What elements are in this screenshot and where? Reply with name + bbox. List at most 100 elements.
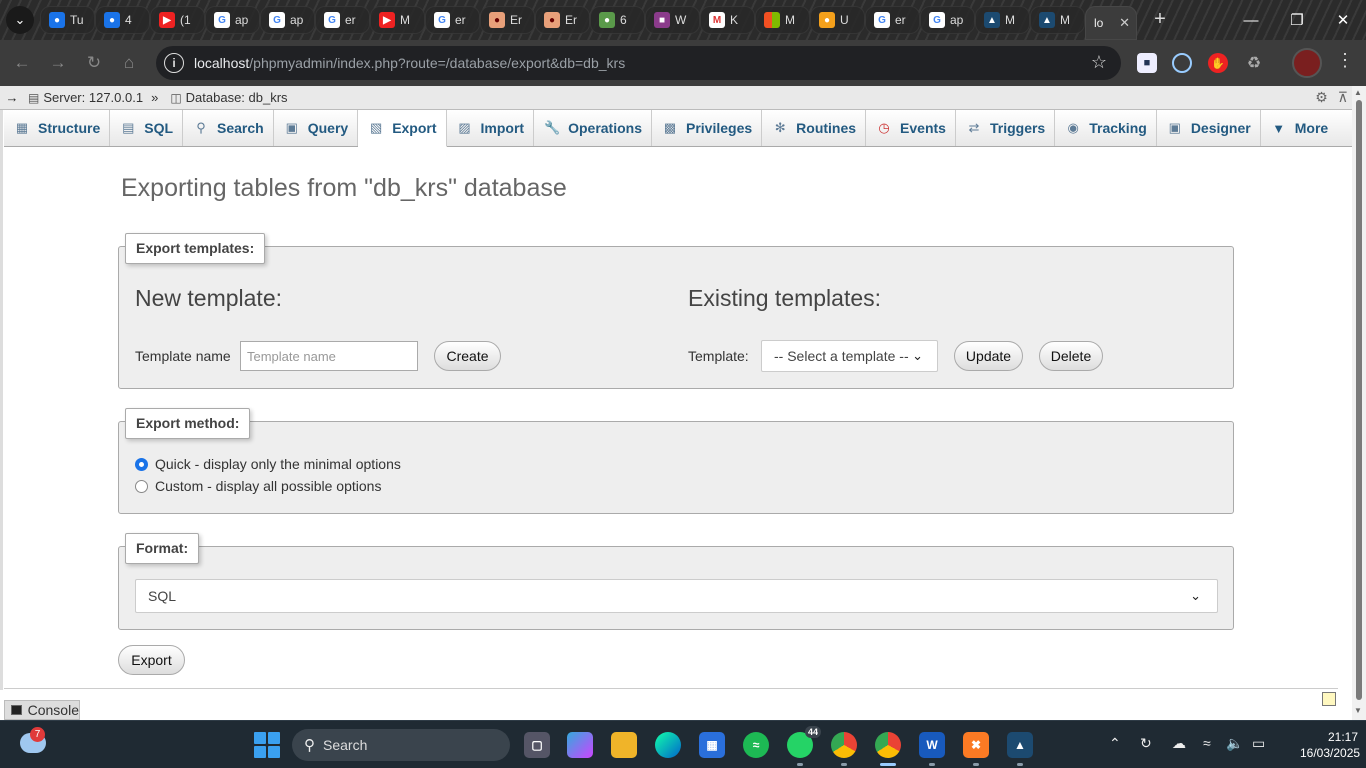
breadcrumb-database[interactable]: Database: db_krs [186, 90, 288, 105]
browser-tab[interactable]: ● Er [535, 6, 590, 34]
browser-tab[interactable]: Gap [205, 6, 260, 34]
mysql-workbench-icon[interactable]: ▲ [1007, 732, 1033, 758]
restore-button[interactable]: ❐ [1274, 0, 1320, 40]
edge-icon[interactable] [655, 732, 681, 758]
volume-icon[interactable]: 🔈 [1226, 735, 1243, 752]
tab-events[interactable]: ◷ Events [866, 110, 956, 146]
chrome-profile-icon[interactable] [875, 732, 901, 758]
minimize-button[interactable]: — [1228, 0, 1274, 40]
spotify-icon[interactable]: ≈ [743, 732, 769, 758]
cloud-icon[interactable]: ☁ [1172, 735, 1186, 752]
browser-tab[interactable]: M [755, 6, 810, 34]
format-select[interactable]: SQL ⌄ [135, 579, 1218, 613]
collapse-nav-icon[interactable]: → [0, 90, 24, 105]
collapse-icon[interactable]: ⊼ [1338, 89, 1348, 106]
battery-icon[interactable]: ▭ [1252, 735, 1265, 752]
custom-radio[interactable] [135, 479, 148, 493]
browser-tab[interactable]: ● 6 [590, 6, 645, 34]
tab-search[interactable]: ⚲ Search [183, 110, 274, 146]
breadcrumb-actions: ⚙ ⊼ [1315, 89, 1348, 106]
browser-tab-active[interactable]: lo ✕ [1085, 6, 1137, 40]
custom-export-option[interactable]: Custom - display all possible options [135, 478, 381, 494]
file-explorer-icon[interactable] [611, 732, 637, 758]
browser-tab[interactable]: ● Er [480, 6, 535, 34]
close-icon[interactable]: ✕ [1119, 15, 1130, 31]
copilot-icon[interactable] [567, 732, 593, 758]
browser-tab[interactable]: Gap [260, 6, 315, 34]
scroll-down-icon[interactable]: ▼ [1354, 706, 1362, 715]
extension-icon[interactable]: ■ [1137, 53, 1157, 73]
scrollbar-thumb[interactable] [1356, 100, 1362, 700]
taskbar: 7 ⚲ Search ▢ ▦ ≈ 44 W ✖ ▲ ⌃ ↻ ☁ ≈ 🔈 ▭ 21:… [0, 720, 1366, 768]
tab-triggers[interactable]: ⇄ Triggers [956, 110, 1056, 146]
scroll-up-icon[interactable]: ▲ [1354, 88, 1362, 97]
tab-operations[interactable]: 🔧 Operations [534, 110, 652, 146]
tab-privileges[interactable]: ▩ Privileges [652, 110, 763, 146]
tab-export[interactable]: ▧ Export [358, 110, 447, 147]
word-icon[interactable]: W [919, 732, 945, 758]
browser-tab[interactable]: ▶ M [370, 6, 425, 34]
quick-export-option[interactable]: Quick - display only the minimal options [135, 456, 401, 472]
browser-tab[interactable]: Gap [920, 6, 975, 34]
browser-tab[interactable]: ▶ (1 [150, 6, 205, 34]
sync-icon[interactable]: ↻ [1140, 735, 1152, 752]
browser-tab[interactable]: ■ W [645, 6, 700, 34]
export-button[interactable]: Export [118, 645, 185, 675]
page-scrollbar[interactable]: ▲ ▼ [1352, 86, 1366, 720]
system-clock[interactable]: 21:17 16/03/2025 [1300, 729, 1360, 761]
menu-icon[interactable]: ⋮ [1336, 50, 1354, 71]
tab-import[interactable]: ▨ Import [447, 110, 535, 146]
xampp-icon[interactable]: ✖ [963, 732, 989, 758]
browser-tab[interactable]: Ger [315, 6, 370, 34]
reload-icon[interactable]: ↻ [81, 50, 107, 76]
template-name-input[interactable]: Template name [240, 341, 418, 371]
tab-more[interactable]: ▼ More [1261, 110, 1337, 146]
quick-radio[interactable] [135, 457, 148, 471]
note-icon[interactable] [1322, 692, 1336, 706]
breadcrumb-server[interactable]: Server: 127.0.0.1 [43, 90, 143, 105]
extension-icon[interactable]: ✋ [1208, 53, 1228, 73]
forward-icon[interactable]: → [45, 50, 71, 76]
back-icon[interactable]: ← [9, 50, 35, 76]
site-info-icon[interactable]: i [164, 53, 184, 73]
browser-tab[interactable]: MK [700, 6, 755, 34]
template-select[interactable]: -- Select a template -- ⌄ [761, 340, 938, 372]
browser-tab[interactable]: ● U [810, 6, 865, 34]
weather-widget[interactable]: 7 [20, 727, 46, 753]
create-template-button[interactable]: Create [434, 341, 501, 371]
whatsapp-icon[interactable]: 44 [787, 726, 821, 758]
avatar[interactable] [1292, 48, 1322, 78]
wifi-icon[interactable]: ≈ [1203, 735, 1211, 751]
home-icon[interactable]: ⌂ [116, 50, 142, 76]
extension-icon[interactable] [1172, 53, 1192, 73]
tab-routines[interactable]: ✻ Routines [762, 110, 867, 146]
tab-sql[interactable]: ▤ SQL [110, 110, 184, 146]
tab-search-button[interactable]: ⌄ [6, 6, 34, 34]
address-bar[interactable]: i localhost/phpmyadmin/index.php?route=/… [156, 46, 1121, 80]
new-tab-button[interactable]: + [1148, 8, 1172, 32]
tab-tracking[interactable]: ◉ Tracking [1055, 110, 1157, 146]
tray-chevron-up-icon[interactable]: ⌃ [1109, 735, 1121, 752]
chrome-icon[interactable] [831, 732, 857, 758]
update-template-button[interactable]: Update [954, 341, 1023, 371]
browser-tab[interactable]: ● 4 [95, 6, 150, 34]
browser-tab[interactable]: ▲ M [1030, 6, 1085, 34]
browser-tab[interactable]: Ger [865, 6, 920, 34]
puzzle-icon[interactable]: ♻ [1244, 53, 1264, 73]
youtube-icon: ▶ [379, 12, 395, 28]
settings-gear-icon[interactable]: ⚙ [1315, 89, 1328, 106]
browser-tab[interactable]: Ger [425, 6, 480, 34]
taskbar-search[interactable]: ⚲ Search [292, 729, 510, 761]
task-view-icon[interactable]: ▢ [524, 732, 550, 758]
delete-template-button[interactable]: Delete [1039, 341, 1103, 371]
browser-tab[interactable]: ● Tu [40, 6, 95, 34]
browser-tab[interactable]: ▲ M [975, 6, 1030, 34]
console-toggle[interactable]: Console [4, 700, 80, 720]
tab-query[interactable]: ▣ Query [274, 110, 359, 146]
store-icon[interactable]: ▦ [699, 732, 725, 758]
tab-structure[interactable]: ▦ Structure [4, 110, 111, 146]
bookmark-star-icon[interactable]: ☆ [1091, 52, 1107, 73]
close-window-button[interactable]: ✕ [1320, 0, 1366, 40]
windows-start-icon[interactable] [254, 732, 280, 758]
tab-designer[interactable]: ▣ Designer [1157, 110, 1261, 146]
